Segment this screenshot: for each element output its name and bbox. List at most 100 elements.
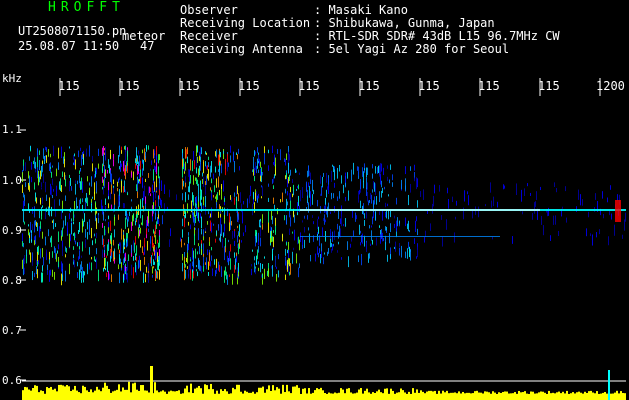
noise-streak — [65, 195, 66, 202]
noise-streak — [298, 267, 299, 278]
strength-bar — [218, 393, 220, 400]
noise-streak — [61, 209, 62, 220]
noise-streak — [245, 225, 246, 233]
noise-streak — [297, 185, 298, 189]
noise-streak — [182, 193, 183, 201]
noise-streak — [107, 169, 108, 174]
noise-streak — [230, 155, 231, 163]
noise-streak — [43, 148, 44, 159]
noise-streak — [128, 216, 129, 222]
noise-streak — [330, 229, 331, 234]
noise-streak — [135, 236, 136, 245]
noise-streak — [223, 232, 224, 238]
noise-streak — [98, 215, 99, 219]
noise-streak — [155, 190, 156, 199]
noise-streak — [95, 238, 96, 244]
strength-bar — [314, 390, 316, 400]
noise-streak — [254, 176, 255, 182]
strength-bar — [52, 389, 54, 400]
noise-streak — [110, 170, 111, 183]
strength-bar — [556, 392, 558, 400]
noise-streak — [282, 233, 283, 242]
noise-streak — [140, 160, 141, 171]
noise-streak — [142, 246, 143, 253]
noise-streak — [285, 175, 286, 180]
noise-streak — [125, 165, 126, 172]
noise-streak — [216, 230, 217, 236]
noise-streak — [211, 192, 212, 201]
noise-streak — [58, 244, 59, 250]
noise-streak — [258, 193, 259, 199]
noise-streak — [91, 257, 92, 260]
noise-streak — [108, 227, 109, 234]
noise-streak — [190, 175, 191, 184]
noise-streak — [294, 229, 295, 241]
noise-streak — [126, 163, 127, 167]
strength-bar — [162, 390, 164, 400]
noise-streak — [276, 266, 277, 269]
noise-streak — [441, 215, 442, 220]
noise-streak — [211, 161, 212, 173]
noise-streak — [586, 228, 587, 237]
noise-streak — [317, 246, 318, 255]
noise-streak — [138, 150, 139, 155]
noise-streak — [231, 197, 232, 202]
noise-streak — [113, 251, 114, 262]
noise-streak — [376, 196, 377, 205]
noise-streak — [323, 257, 324, 265]
noise-streak — [159, 269, 160, 280]
noise-streak — [216, 202, 217, 209]
noise-streak — [201, 228, 202, 235]
strength-bar — [536, 393, 538, 400]
noise-streak — [144, 237, 145, 248]
noise-streak — [343, 184, 344, 194]
noise-streak — [91, 227, 92, 239]
noise-streak — [289, 154, 290, 161]
noise-streak — [37, 222, 38, 232]
noise-streak — [272, 254, 273, 261]
noise-streak — [50, 183, 51, 195]
noise-streak — [307, 195, 308, 204]
noise-streak — [387, 176, 388, 182]
noise-streak — [56, 185, 57, 197]
strength-bar — [36, 385, 38, 400]
strength-bar — [114, 390, 116, 400]
noise-streak — [292, 231, 293, 234]
noise-streak — [264, 256, 265, 259]
noise-streak — [324, 214, 325, 225]
noise-streak — [287, 249, 288, 254]
strength-bar — [86, 390, 88, 400]
noise-streak — [145, 196, 146, 204]
strength-bar — [566, 390, 568, 400]
strength-bar — [562, 391, 564, 400]
strength-bar — [338, 392, 340, 400]
noise-streak — [169, 239, 170, 247]
noise-streak — [221, 224, 222, 236]
noise-streak — [152, 274, 153, 278]
strength-bar — [94, 390, 96, 400]
noise-streak — [254, 167, 255, 176]
noise-streak — [111, 173, 112, 185]
noise-streak — [124, 257, 125, 263]
noise-streak — [106, 255, 107, 258]
noise-streak — [289, 271, 290, 276]
noise-streak — [388, 194, 389, 197]
noise-streak — [417, 178, 418, 188]
noise-streak — [58, 231, 59, 242]
noise-streak — [205, 151, 206, 155]
noise-streak — [238, 213, 239, 220]
noise-streak — [96, 180, 97, 193]
noise-streak — [382, 232, 383, 242]
noise-streak — [156, 175, 157, 188]
strength-bar — [352, 393, 354, 400]
noise-streak — [282, 192, 283, 202]
strength-bar — [140, 385, 142, 400]
noise-streak — [89, 262, 90, 270]
noise-streak — [209, 252, 210, 261]
noise-streak — [61, 230, 62, 236]
noise-streak — [255, 162, 256, 171]
noise-streak — [242, 211, 243, 223]
noise-streak — [288, 151, 289, 163]
noise-streak — [405, 185, 406, 192]
noise-streak — [373, 180, 374, 189]
